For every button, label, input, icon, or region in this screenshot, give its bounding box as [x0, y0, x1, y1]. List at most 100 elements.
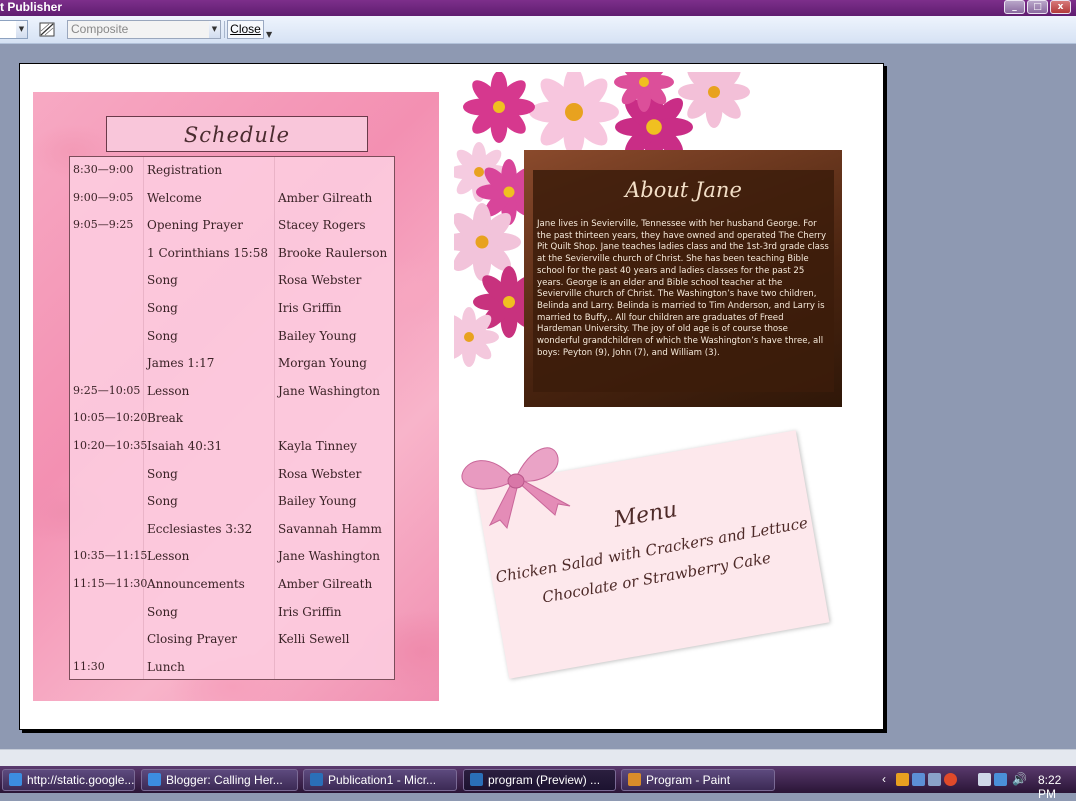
maximize-button[interactable]: □: [1027, 0, 1048, 14]
publisher-icon: [310, 773, 323, 786]
schedule-name: Kelli Sewell: [278, 632, 350, 647]
schedule-row: 8:30—9:00 Registration: [70, 157, 394, 184]
taskbar-button[interactable]: Program - Paint: [621, 769, 775, 791]
schedule-item: Isaiah 40:31: [147, 439, 223, 453]
schedule-row: Song Bailey Young: [70, 488, 394, 515]
minimize-button[interactable]: _: [1004, 0, 1025, 14]
schedule-item: Announcements: [147, 577, 245, 591]
volume-icon[interactable]: 🔊: [1012, 772, 1027, 786]
schedule-row: 9:25—10:05 Lesson Jane Washington: [70, 378, 394, 405]
taskbar-button-label: http://static.google...: [27, 773, 135, 787]
schedule-time: 10:20—10:35: [73, 439, 148, 452]
color-mode-icon[interactable]: [39, 22, 55, 37]
schedule-name: Rosa Webster: [278, 273, 362, 288]
ie-icon: [148, 773, 161, 786]
schedule-row: Closing Prayer Kelli Sewell: [70, 626, 394, 653]
schedule-table: 8:30—9:00 Registration 9:00—9:05 Welcome Amb…: [69, 156, 395, 680]
schedule-item: Closing Prayer: [147, 632, 238, 647]
schedule-row: 1 Corinthians 15:58 Brooke Raulerson: [70, 240, 394, 267]
toolbar-options-icon[interactable]: ▼: [266, 30, 272, 39]
taskbar-button[interactable]: http://static.google...: [2, 769, 135, 791]
schedule-row: Song Iris Griffin: [70, 599, 394, 626]
schedule-name: Amber Gilreath: [278, 190, 373, 205]
schedule-time: 11:30: [73, 659, 105, 673]
zoom-dropdown[interactable]: ▼: [0, 20, 28, 39]
taskbar-button-label: program (Preview) ...: [488, 773, 601, 787]
schedule-name: Iris Griffin: [278, 301, 342, 315]
schedule-time: 9:05—9:25: [73, 218, 134, 232]
chevron-down-icon: ▼: [16, 21, 27, 38]
ie-icon: [9, 773, 22, 786]
schedule-name: Stacey Rogers: [278, 218, 366, 233]
paint-icon: [628, 773, 641, 786]
schedule-name: Jane Washington: [278, 383, 380, 398]
schedule-row: 10:20—10:35 Isaiah 40:31 Kayla Tinney: [70, 433, 394, 460]
schedule-time: 9:25—10:05: [73, 383, 141, 397]
tray-display-icon[interactable]: [928, 773, 941, 786]
schedule-name: Kayla Tinney: [278, 439, 357, 453]
about-title: About Jane: [625, 178, 742, 202]
schedule-name: Bailey Young: [278, 328, 357, 343]
window-title-bar: t Publisher _ □ x: [0, 0, 1076, 16]
schedule-row: 10:05—10:20 Break: [70, 405, 394, 432]
schedule-row: 11:15—11:30 Announcements Amber Gilreath: [70, 571, 394, 598]
taskbar-button-label: Blogger: Calling Her...: [166, 773, 283, 787]
schedule-row: Song Iris Griffin: [70, 295, 394, 322]
taskbar-button-label: Program - Paint: [646, 773, 731, 787]
schedule-item: Song: [147, 328, 178, 343]
schedule-name: Bailey Young: [278, 494, 357, 509]
schedule-row: 9:05—9:25 Opening Prayer Stacey Rogers: [70, 212, 394, 239]
tray-device-icon[interactable]: [978, 773, 991, 786]
tray-network-icon[interactable]: [912, 773, 925, 786]
schedule-item: Welcome: [147, 190, 202, 205]
toolbar-separator: [224, 21, 225, 38]
schedule-item: Song: [147, 466, 178, 481]
schedule-item: Song: [147, 301, 178, 315]
schedule-time: 9:00—9:05: [73, 190, 134, 204]
publisher-icon: [470, 773, 483, 786]
taskbar-button-label: Publication1 - Micr...: [328, 773, 437, 787]
schedule-item: Song: [147, 273, 178, 288]
taskbar-button[interactable]: Blogger: Calling Her...: [141, 769, 298, 791]
schedule-name: Amber Gilreath: [278, 577, 373, 591]
close-window-button[interactable]: x: [1050, 0, 1071, 14]
schedule-time: 11:15—11:30: [73, 577, 148, 590]
tray-browser-icon[interactable]: [944, 773, 957, 786]
schedule-name: Morgan Young: [278, 356, 367, 371]
schedule-row: 10:35—11:15 Lesson Jane Washington: [70, 543, 394, 570]
schedule-row: James 1:17 Morgan Young: [70, 350, 394, 377]
schedule-item: Song: [147, 604, 178, 619]
taskbar-button[interactable]: program (Preview) ...: [463, 769, 616, 791]
schedule-row: Song Rosa Webster: [70, 461, 394, 488]
schedule-name: Brooke Raulerson: [278, 245, 388, 260]
system-tray: ‹ 🔊 8:22 PM: [880, 769, 1076, 801]
schedule-item: Break: [147, 411, 184, 426]
schedule-item: James 1:17: [147, 356, 215, 371]
close-preview-button[interactable]: Close: [227, 20, 264, 39]
schedule-row: 9:00—9:05 Welcome Amber Gilreath: [70, 185, 394, 212]
schedule-item: Song: [147, 494, 178, 509]
window-title: t Publisher: [0, 0, 63, 14]
schedule-item: Lesson: [147, 383, 190, 398]
schedule-item: Lesson: [147, 549, 190, 564]
schedule-item: 1 Corinthians 15:58: [147, 245, 268, 260]
schedule-item: Lunch: [147, 659, 185, 674]
taskbar-button[interactable]: Publication1 - Micr...: [303, 769, 457, 791]
about-text: Jane lives in Sevierville, Tennessee wit…: [537, 219, 829, 358]
horizontal-scrollbar[interactable]: [0, 749, 1076, 767]
schedule-row: Song Rosa Webster: [70, 267, 394, 294]
schedule-name: Savannah Hamm: [278, 521, 382, 536]
schedule-item: Opening Prayer: [147, 218, 243, 233]
ribbon-bow-image: [461, 447, 571, 530]
schedule-row: Song Bailey Young: [70, 323, 394, 350]
color-mode-value: Composite: [71, 22, 129, 36]
schedule-item: Ecclesiastes 3:32: [147, 521, 253, 536]
tray-app-icon[interactable]: [896, 773, 909, 786]
tray-expand-icon[interactable]: ‹: [882, 772, 886, 786]
preview-toolbar: ▼ Composite ▼ Close ▼: [0, 16, 1076, 44]
schedule-row: Ecclesiastes 3:32 Savannah Hamm: [70, 516, 394, 543]
clock[interactable]: 8:22 PM: [1038, 773, 1076, 801]
schedule-title: Schedule: [106, 116, 368, 152]
tray-connection-icon[interactable]: [994, 773, 1007, 786]
color-mode-select[interactable]: Composite ▼: [67, 20, 221, 39]
